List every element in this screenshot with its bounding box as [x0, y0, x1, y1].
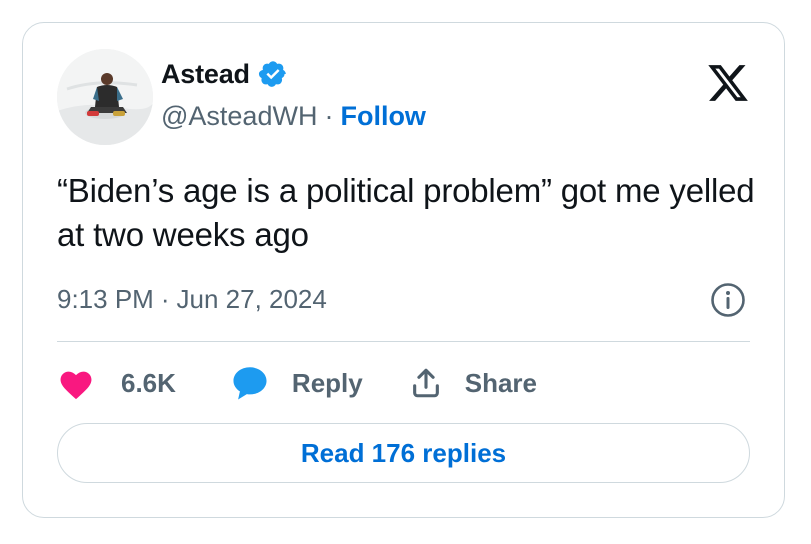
- avatar-photo-icon: [57, 49, 153, 145]
- heart-icon: [57, 366, 95, 400]
- separator-dot: ·: [160, 283, 170, 314]
- speech-bubble-icon: [230, 364, 270, 402]
- info-icon[interactable]: [710, 282, 746, 318]
- author-handle-row: @AsteadWH · Follow: [161, 99, 426, 133]
- divider: [57, 341, 750, 342]
- x-logo-icon[interactable]: [706, 61, 750, 105]
- tweet-embed-card: Astead @AsteadWH · Follow “Biden’s age i…: [22, 22, 785, 518]
- like-count: 6.6K: [121, 367, 176, 398]
- tweet-text: “Biden’s age is a political problem” got…: [57, 172, 755, 253]
- like-button[interactable]: 6.6K: [57, 366, 176, 400]
- read-replies-button[interactable]: Read 176 replies: [57, 423, 750, 483]
- share-button[interactable]: Share: [409, 366, 537, 400]
- tweet-actions: 6.6K Reply Share: [57, 363, 537, 403]
- reply-label: Reply: [291, 367, 363, 398]
- verified-badge-icon: [258, 59, 288, 89]
- separator-dot: ·: [324, 100, 334, 131]
- follow-button[interactable]: Follow: [340, 101, 425, 132]
- avatar[interactable]: [57, 49, 153, 145]
- tweet-date: Jun 27, 2024: [176, 283, 327, 314]
- tweet-timestamp[interactable]: 9:13 PM · Jun 27, 2024: [57, 281, 327, 317]
- author-name[interactable]: Astead: [161, 59, 250, 90]
- author-name-row: Astead: [161, 57, 288, 91]
- author-handle[interactable]: @AsteadWH: [161, 101, 317, 132]
- tweet-time: 9:13 PM: [57, 283, 154, 314]
- share-label: Share: [464, 367, 537, 398]
- reply-button[interactable]: Reply: [230, 364, 363, 402]
- share-upload-icon: [409, 366, 443, 400]
